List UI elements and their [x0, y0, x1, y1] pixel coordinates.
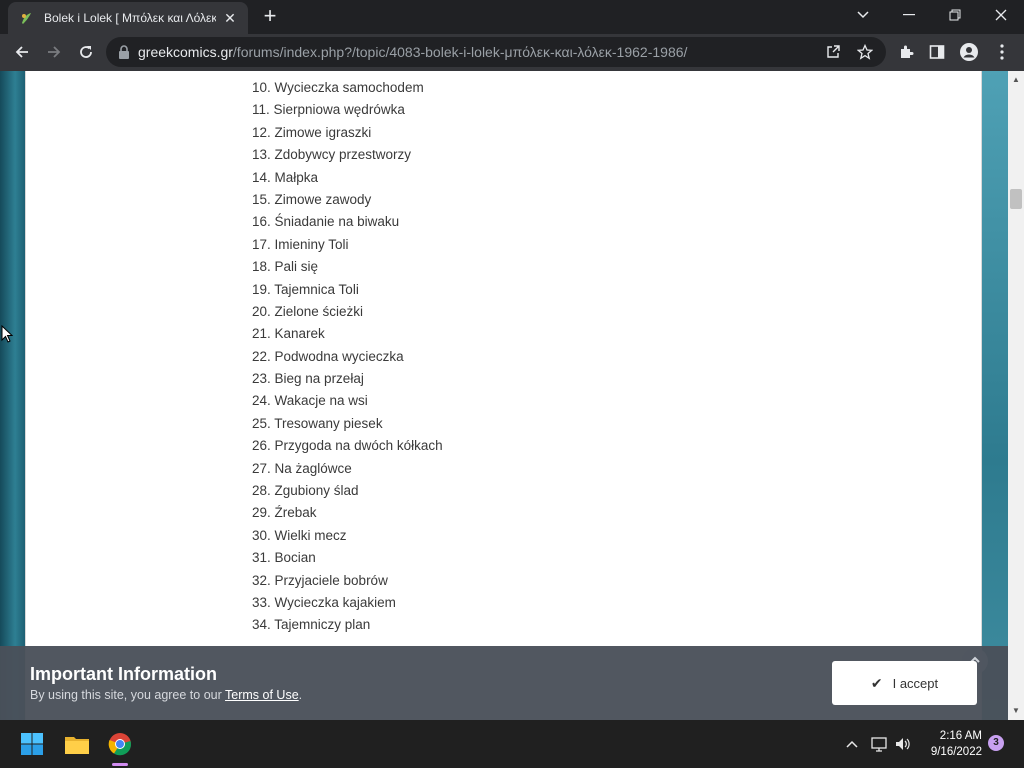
- list-item: 22. Podwodna wycieczka: [252, 348, 404, 364]
- page-scrollbar[interactable]: ▲ ▼: [1008, 71, 1024, 720]
- accept-button[interactable]: ✔ I accept: [832, 661, 977, 705]
- list-item: 18. Pali się: [252, 259, 319, 275]
- back-button[interactable]: [8, 38, 36, 66]
- share-icon[interactable]: [824, 43, 842, 61]
- checkmark-icon: ✔: [870, 674, 883, 691]
- show-hidden-icons-chevron-icon[interactable]: [843, 734, 861, 754]
- forum-post-panel: 10. Wycieczka samochodem 11. Sierpniowa …: [25, 71, 982, 720]
- list-item: 27. Na żaglówce: [252, 460, 352, 476]
- restore-button[interactable]: [932, 0, 978, 30]
- list-item: 26. Przygoda na dwóch kółkach: [252, 438, 443, 454]
- list-item: 30. Wielki mecz: [252, 527, 347, 543]
- scroll-down-arrow-icon[interactable]: ▼: [1008, 704, 1024, 718]
- page-background: [982, 71, 1008, 720]
- page-viewport: 10. Wycieczka samochodem 11. Sierpniowa …: [0, 71, 1008, 720]
- accept-label: I accept: [892, 675, 939, 691]
- forward-button[interactable]: [40, 38, 68, 66]
- menu-kebab-icon[interactable]: [988, 38, 1016, 66]
- list-item: 17. Imieniny Toli: [252, 236, 349, 252]
- list-item: 16. Śniadanie na biwaku: [252, 214, 400, 230]
- list-item: 31. Bocian: [252, 550, 316, 566]
- address-bar[interactable]: greekcomics.gr/forums/index.php?/topic/4…: [106, 37, 886, 67]
- tab-search-icon[interactable]: [840, 0, 886, 30]
- scrollbar-thumb[interactable]: [1010, 189, 1022, 209]
- list-item: 28. Zgubiony ślad: [252, 483, 359, 499]
- start-button-windows-icon[interactable]: [16, 728, 48, 760]
- chrome-taskbar-icon[interactable]: [104, 728, 136, 760]
- extensions-icon[interactable]: [892, 38, 920, 66]
- banner-text: By using this site, you agree to our Ter…: [30, 688, 302, 702]
- new-tab-button[interactable]: +: [258, 4, 282, 28]
- volume-icon[interactable]: [893, 734, 913, 754]
- profile-avatar-icon[interactable]: [955, 38, 983, 66]
- list-item: 32. Przyjaciele bobrów: [252, 572, 388, 588]
- notification-badge[interactable]: 3: [988, 735, 1004, 751]
- list-item: 23. Bieg na przełaj: [252, 371, 364, 387]
- close-window-button[interactable]: [978, 0, 1024, 30]
- episode-list: 10. Wycieczka samochodem 11. Sierpniowa …: [252, 77, 443, 637]
- banner-message: By using this site, you agree to our: [30, 688, 226, 702]
- list-item: 29. Źrebak: [252, 505, 317, 521]
- list-item: 19. Tajemnica Toli: [252, 281, 359, 297]
- browser-toolbar: greekcomics.gr/forums/index.php?/topic/4…: [0, 34, 1024, 71]
- site-favicon-icon: [22, 13, 31, 24]
- list-item: 34. Tajemniczy plan: [252, 617, 371, 633]
- network-icon[interactable]: [869, 734, 889, 754]
- list-item: 11. Sierpniowa wędrówka: [252, 102, 405, 118]
- browser-tab[interactable]: Bolek i Lolek [ Μπόλεκ και Λόλεκ ✕: [8, 2, 248, 34]
- list-item: 25. Tresowany piesek: [252, 415, 383, 431]
- clock-date: 9/16/2022: [930, 746, 982, 758]
- list-item: 24. Wakacje na wsi: [252, 393, 368, 409]
- windows-taskbar: 2:16 AM 9/16/2022 3: [0, 720, 1024, 768]
- list-item: 20. Zielone ścieżki: [252, 303, 364, 319]
- tab-title: Bolek i Lolek [ Μπόλεκ και Λόλεκ: [44, 11, 216, 25]
- list-item: 12. Zimowe igraszki: [252, 124, 372, 140]
- list-item: 10. Wycieczka samochodem: [252, 80, 424, 95]
- mouse-cursor-icon: [1, 324, 14, 348]
- back-arrow-icon: [15, 46, 28, 58]
- active-app-indicator: [112, 763, 128, 766]
- url-path: /forums/index.php?/topic/4083-bolek-i-lo…: [232, 44, 688, 60]
- list-item: 21. Kanarek: [252, 326, 325, 342]
- list-item: 15. Zimowe zawody: [252, 191, 372, 207]
- url-text: greekcomics.gr/forums/index.php?/topic/4…: [138, 44, 687, 60]
- side-panel-icon[interactable]: [923, 38, 951, 66]
- reload-icon: [80, 46, 92, 58]
- minimize-button[interactable]: [886, 0, 932, 30]
- clock-time: 2:16 AM: [939, 730, 982, 742]
- scroll-up-arrow-icon[interactable]: ▲: [1008, 73, 1024, 87]
- system-clock[interactable]: 2:16 AM 9/16/2022: [918, 728, 982, 760]
- list-item: 33. Wycieczka kajakiem: [252, 594, 396, 610]
- list-item: 13. Zdobywcy przestworzy: [252, 147, 412, 163]
- tab-strip: Bolek i Lolek [ Μπόλεκ και Λόλεκ ✕ +: [0, 0, 1024, 34]
- file-explorer-icon[interactable]: [61, 728, 93, 760]
- bookmark-star-icon[interactable]: [856, 43, 874, 61]
- lock-icon[interactable]: [118, 45, 130, 59]
- tab-close-icon[interactable]: ✕: [222, 10, 238, 27]
- banner-title: Important Information: [30, 664, 217, 684]
- list-item: 14. Małpka: [252, 169, 319, 185]
- forward-arrow-icon: [48, 46, 61, 58]
- terms-of-use-link[interactable]: Terms of Use: [225, 688, 299, 702]
- url-host: greekcomics.gr: [138, 44, 233, 60]
- banner-suffix: .: [298, 688, 303, 702]
- reload-button[interactable]: [72, 38, 100, 66]
- important-information-banner: Important Information By using this site…: [0, 646, 1008, 720]
